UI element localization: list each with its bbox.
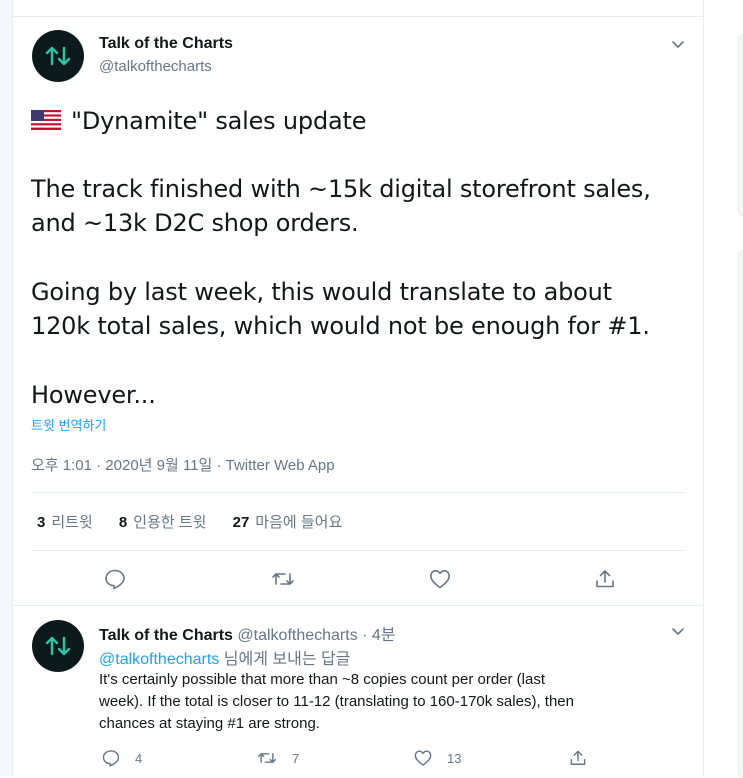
like-icon xyxy=(414,750,432,766)
quotes-count: 8 xyxy=(118,514,128,531)
likes-label: 마음에 들어요 xyxy=(255,514,343,531)
reply-author-name[interactable]: Talk of the Charts xyxy=(99,627,233,644)
tweet-line-1: "Dynamite" sales update xyxy=(31,104,681,139)
author-name[interactable]: Talk of the Charts xyxy=(99,35,233,53)
replying-to: @talkofthecharts 님에게 보내는 답글 xyxy=(99,645,350,669)
tweet-para-3: Going by last week, this would translate… xyxy=(31,275,681,343)
replying-to-suffix: 님에게 보내는 답글 xyxy=(223,651,351,668)
reply-chevron-down-icon[interactable] xyxy=(669,622,687,640)
reply-avatar[interactable] xyxy=(32,620,84,672)
tweet-line-1-text: "Dynamite" sales update xyxy=(71,107,367,135)
retweet-icon xyxy=(257,753,277,763)
reply-retweet-count: 7 xyxy=(292,750,300,766)
reply-text: It's certainly possible that more than ~… xyxy=(99,669,689,735)
retweets-stat[interactable]: 3 리트윗 xyxy=(37,514,93,531)
tweet-para-4: However... xyxy=(31,381,156,409)
reply-retweet-action[interactable]: 7 xyxy=(256,748,299,768)
us-flag-icon xyxy=(31,105,61,139)
author-handle[interactable]: @talkofthecharts xyxy=(99,58,212,75)
tweet-para-2: The track finished with ~15k digital sto… xyxy=(31,172,681,240)
retweets-count: 3 xyxy=(37,514,46,531)
share-icon[interactable] xyxy=(593,567,617,591)
reply-like-action[interactable]: 13 xyxy=(413,748,461,768)
avatar[interactable] xyxy=(32,30,84,82)
tweet-stats: 3 리트윗 8 인용한 트윗 27 마음에 들어요 xyxy=(37,511,364,532)
sidebar-card-edge-2 xyxy=(738,250,743,778)
reply-text-line-1: It's certainly possible that more than ~… xyxy=(99,671,546,688)
tweet-para-3-line-1: Going by last week, this would translate… xyxy=(31,278,612,306)
reply-author-handle[interactable]: @talkofthecharts xyxy=(237,627,357,644)
likes-count: 27 xyxy=(232,514,250,531)
tweet-para-3-line-2: 120k total sales, which would not be eno… xyxy=(31,312,650,340)
stats-divider-top xyxy=(31,492,685,493)
quotes-stat[interactable]: 8 인용한 트윗 xyxy=(119,514,207,531)
talk-of-the-charts-logo-icon xyxy=(45,46,71,66)
quotes-label: 인용한 트윗 xyxy=(133,514,207,531)
reply-reply-count: 4 xyxy=(135,750,143,766)
tweet-timestamp[interactable]: 오후 1:01 · 2020년 9월 11일 · Twitter Web App xyxy=(31,454,335,475)
reply-header: Talk of the Charts @talkofthecharts · 4분 xyxy=(99,621,396,645)
retweet-icon[interactable] xyxy=(271,567,295,591)
retweets-label: 리트윗 xyxy=(51,514,93,531)
reply-share-icon[interactable] xyxy=(568,748,588,768)
translate-tweet-link[interactable]: 트윗 번역하기 xyxy=(31,415,106,434)
like-icon[interactable] xyxy=(428,567,452,591)
top-divider xyxy=(13,16,703,17)
reply-like-count: 13 xyxy=(447,750,462,766)
reply-text-line-2: week). If the total is closer to 11-12 (… xyxy=(99,693,574,710)
likes-stat[interactable]: 27 마음에 들어요 xyxy=(233,514,343,531)
replying-to-handle[interactable]: @talkofthecharts xyxy=(99,651,219,668)
tweet-para-2-line-2: and ~13k D2C shop orders. xyxy=(31,209,359,237)
reply-icon xyxy=(102,750,120,767)
timeline-column: Talk of the Charts @talkofthecharts "Dyn… xyxy=(12,0,704,776)
tweet-separator xyxy=(13,605,703,606)
left-gutter xyxy=(0,0,12,776)
reply-reply-action[interactable]: 4 xyxy=(101,748,142,768)
reply-icon[interactable] xyxy=(103,567,127,591)
reply-time-ago[interactable]: · 4분 xyxy=(362,627,395,644)
stats-divider-bottom xyxy=(31,550,685,551)
tweet-para-2-line-1: The track finished with ~15k digital sto… xyxy=(31,175,651,203)
reply-text-line-3: chances at staying #1 are strong. xyxy=(99,715,320,732)
chevron-down-icon[interactable] xyxy=(669,35,687,53)
talk-of-the-charts-logo-icon xyxy=(45,636,71,656)
sidebar-card-edge xyxy=(738,34,743,216)
